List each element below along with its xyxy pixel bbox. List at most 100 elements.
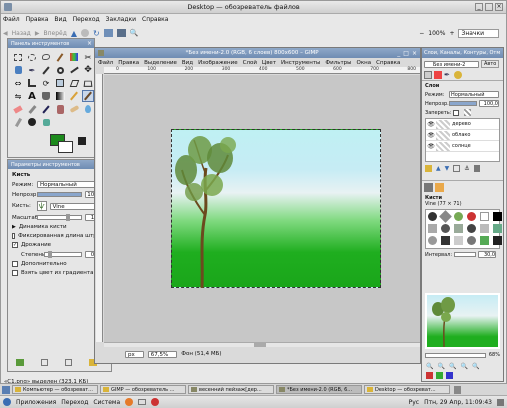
fg-select-icon[interactable] bbox=[12, 64, 24, 76]
visibility-eye-icon[interactable]: 👁 bbox=[426, 143, 436, 150]
trash-icon[interactable] bbox=[454, 385, 461, 394]
lock-alpha-icon[interactable] bbox=[464, 109, 472, 116]
task-spring-landscape[interactable]: весенний пейзаж[дер... bbox=[188, 385, 274, 394]
show-desktop-icon[interactable] bbox=[2, 385, 10, 394]
bg-color-swatch[interactable] bbox=[58, 141, 73, 153]
mail-icon[interactable] bbox=[138, 399, 147, 405]
fm-menu-help[interactable]: Справка bbox=[142, 16, 168, 23]
rotate-icon[interactable]: ⟳ bbox=[40, 77, 52, 89]
back-button[interactable]: Назад bbox=[12, 30, 31, 37]
fm-menu-edit[interactable]: Правка bbox=[26, 16, 49, 23]
gimp-menu-image[interactable]: Изображение bbox=[198, 60, 238, 66]
lock-pixels-checkbox[interactable] bbox=[453, 109, 460, 116]
layer-row[interactable]: 👁 облако bbox=[426, 130, 499, 141]
layer-row[interactable]: 👁 солнце bbox=[426, 141, 499, 152]
jitter-checkbox[interactable]: ✓ bbox=[12, 242, 18, 248]
dynamics-toggle[interactable]: Динамика кисти bbox=[19, 224, 67, 230]
brush-swatch[interactable] bbox=[454, 236, 463, 245]
bucket-icon[interactable] bbox=[40, 116, 52, 128]
window-menu-icon[interactable] bbox=[4, 3, 12, 11]
binoculars-icon[interactable]: 🔍 bbox=[130, 29, 139, 37]
brush-swatch[interactable] bbox=[428, 212, 437, 221]
gimp-close-icon[interactable]: × bbox=[412, 50, 417, 57]
new-layer-icon[interactable] bbox=[425, 165, 432, 172]
up-icon[interactable]: ▲ bbox=[71, 29, 77, 38]
delete-layer-icon[interactable] bbox=[473, 165, 480, 172]
visibility-eye-icon[interactable]: 👁 bbox=[426, 132, 436, 139]
gimp-minimize-icon[interactable]: _ bbox=[397, 50, 400, 57]
patterns-tab-icon[interactable] bbox=[435, 183, 444, 192]
brush-swatch[interactable] bbox=[493, 212, 502, 221]
brush-swatch[interactable] bbox=[480, 236, 489, 245]
stop-icon[interactable] bbox=[81, 29, 90, 37]
layout-indicator[interactable]: Рус bbox=[409, 399, 419, 406]
align-icon[interactable]: ⇔ bbox=[12, 77, 24, 89]
magnify-icon[interactable] bbox=[54, 64, 66, 76]
palette-blue-icon[interactable] bbox=[446, 372, 453, 379]
minimize-button[interactable]: _ bbox=[475, 3, 483, 11]
brush-preview-icon[interactable]: ѱ bbox=[36, 201, 47, 211]
task-gimp-browser[interactable]: GIMP — обозреватель ... bbox=[100, 385, 186, 394]
heal-icon[interactable] bbox=[68, 103, 80, 115]
gimp-menu-select[interactable]: Выделение bbox=[144, 60, 177, 66]
computer-icon[interactable] bbox=[116, 29, 126, 37]
firefox-icon[interactable] bbox=[125, 398, 134, 406]
brush-swatch[interactable] bbox=[493, 236, 502, 245]
restore-options-icon[interactable] bbox=[41, 359, 48, 366]
nav-zoom-out-icon[interactable]: 🔍 bbox=[426, 363, 433, 370]
fixed-length-checkbox[interactable] bbox=[12, 233, 16, 239]
eraser-icon[interactable] bbox=[12, 103, 24, 115]
gimp-menu-layer[interactable]: Слой bbox=[243, 60, 257, 66]
nav-zoom-slider[interactable] bbox=[425, 352, 486, 358]
scissors-icon[interactable]: ✂ bbox=[82, 51, 94, 63]
gimp-menu-file[interactable]: Файл bbox=[98, 60, 113, 66]
undo-tab-icon[interactable] bbox=[454, 71, 462, 79]
lasso-icon[interactable] bbox=[40, 51, 52, 63]
visibility-eye-icon[interactable]: 👁 bbox=[426, 121, 436, 128]
color-picker-icon[interactable] bbox=[40, 64, 52, 76]
palette-red-icon[interactable] bbox=[426, 372, 433, 379]
task-desktop[interactable]: Desktop — обозреват... bbox=[364, 385, 450, 394]
measure-icon[interactable] bbox=[68, 64, 80, 76]
auto-button[interactable]: Авто bbox=[481, 60, 500, 68]
paintbrush-icon[interactable] bbox=[82, 90, 94, 102]
nav-zoom-in-icon[interactable]: 🔍 bbox=[437, 363, 444, 370]
brush-swatch[interactable] bbox=[493, 224, 502, 233]
scale-slider[interactable] bbox=[37, 214, 82, 221]
crop-icon[interactable] bbox=[26, 77, 38, 89]
amount-slider[interactable] bbox=[44, 251, 82, 258]
blend-icon[interactable] bbox=[54, 90, 66, 102]
close-button[interactable]: × bbox=[495, 3, 503, 11]
airbrush-icon[interactable] bbox=[26, 103, 38, 115]
unit-select[interactable]: px bbox=[125, 350, 144, 358]
image-canvas[interactable] bbox=[171, 129, 381, 288]
flip-icon[interactable]: ⇋ bbox=[12, 90, 24, 102]
view-mode-select[interactable]: Значки bbox=[458, 28, 499, 38]
fm-menu-go[interactable]: Переход bbox=[73, 16, 100, 23]
brush-swatch[interactable] bbox=[454, 224, 463, 233]
ellipse-select-icon[interactable] bbox=[26, 51, 38, 63]
nav-fit-icon[interactable]: 🔍 bbox=[460, 363, 467, 370]
raise-layer-icon[interactable]: ▲ bbox=[436, 165, 441, 172]
gimp-menu-colors[interactable]: Цвет bbox=[262, 60, 276, 66]
gimp-maximize-icon[interactable]: □ bbox=[403, 50, 409, 57]
gimp-menu-windows[interactable]: Окна bbox=[357, 60, 372, 66]
gimp-menu-view[interactable]: Вид bbox=[182, 60, 193, 66]
gradient-checkbox[interactable] bbox=[12, 270, 18, 276]
places-menu[interactable]: Переход bbox=[61, 399, 88, 406]
nav-shrink-icon[interactable]: 🔍 bbox=[472, 363, 479, 370]
gimp-menu-filters[interactable]: Фильтры bbox=[325, 60, 351, 66]
brush-swatch[interactable] bbox=[480, 212, 489, 221]
anchor-layer-icon[interactable]: ⚓ bbox=[464, 165, 469, 172]
smudge-icon[interactable] bbox=[12, 116, 24, 128]
maximize-button[interactable] bbox=[485, 3, 493, 11]
zoom-select[interactable]: 67,5% bbox=[147, 350, 178, 358]
canvas-area[interactable] bbox=[104, 75, 420, 342]
rect-select-icon[interactable] bbox=[12, 51, 24, 63]
perspective-icon[interactable] bbox=[82, 77, 94, 89]
layer-row[interactable]: 👁 дерево bbox=[426, 119, 499, 130]
system-menu[interactable]: Система bbox=[93, 399, 120, 406]
dodge-icon[interactable] bbox=[26, 116, 38, 128]
layer-opacity-value[interactable]: 100,0 bbox=[479, 100, 499, 107]
fm-menu-view[interactable]: Вид bbox=[54, 16, 66, 23]
